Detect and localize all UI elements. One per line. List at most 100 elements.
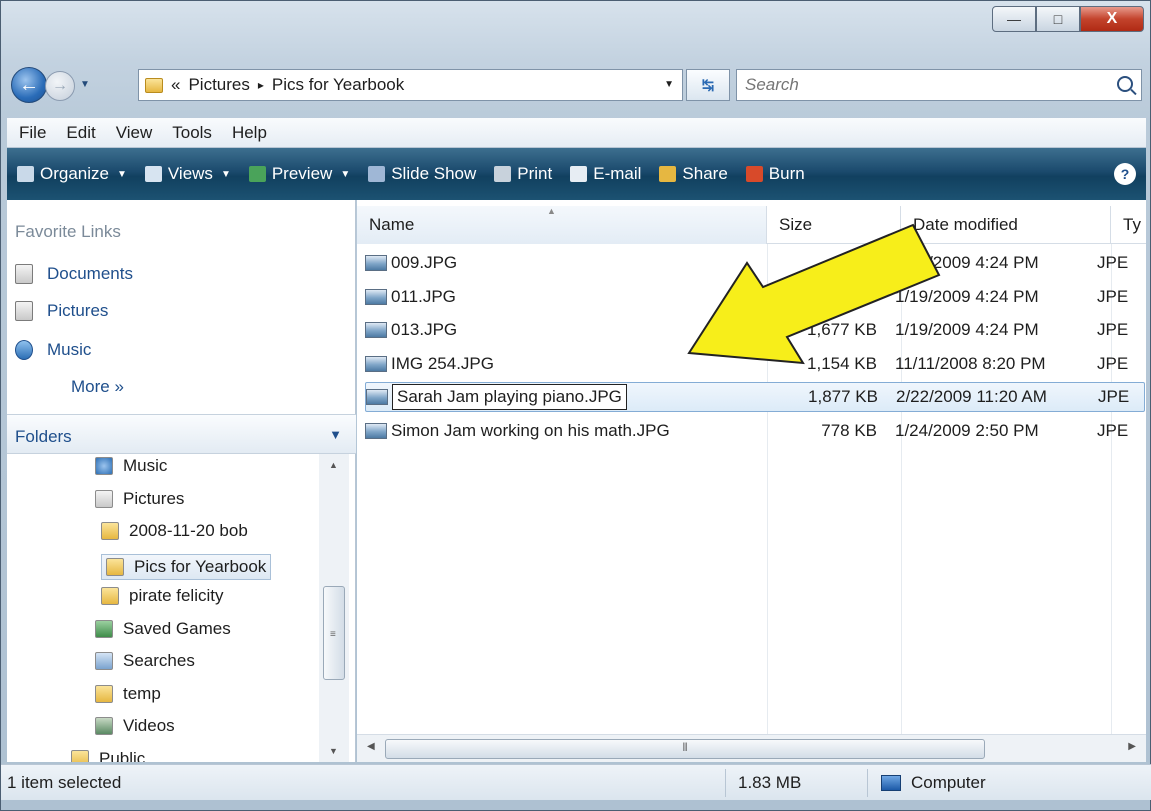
favorite-documents[interactable]: Documents <box>15 264 133 284</box>
search-icon[interactable] <box>1117 76 1133 92</box>
close-button[interactable]: X <box>1080 6 1144 32</box>
dropdown-arrow-icon[interactable]: ▼ <box>221 169 231 180</box>
folder-tree-scrollbar[interactable]: ▲ ≡ ▼ <box>319 454 349 762</box>
file-list-scrollbar[interactable]: ◀ ⦀ ▶ <box>357 734 1146 762</box>
dropdown-arrow-icon[interactable]: ▼ <box>117 169 127 180</box>
table-row[interactable]: 011.JPG 1/19/2009 4:24 PM JPE <box>365 282 1145 312</box>
breadcrumb-pictures[interactable]: Pictures <box>188 75 249 95</box>
file-name-cell[interactable]: 013.JPG <box>365 320 767 340</box>
folder-folder-icon <box>101 522 119 540</box>
navigation-pane: Favorite Links Documents Pictures Music … <box>7 200 356 762</box>
command-toolbar: Organize ▼ Views ▼ Preview ▼ Slide Show Print E-… <box>7 148 1146 200</box>
status-selection: 1 item selected <box>7 773 122 792</box>
tree-item-temp[interactable]: temp <box>95 684 161 704</box>
scroll-left-icon[interactable]: ◀ <box>367 741 375 752</box>
navigation-bar: ← → ▼ « Pictures ▸ Pics for Yearbook ▼ ↹ <box>1 63 1151 115</box>
refresh-icon[interactable]: ↹ <box>686 69 730 101</box>
scroll-up-icon[interactable]: ▲ <box>329 460 338 470</box>
breadcrumb-pics-for-yearbook[interactable]: Pics for Yearbook <box>272 75 404 95</box>
minimize-button[interactable]: — <box>992 6 1036 32</box>
file-type: JPE <box>1098 387 1130 406</box>
organize-button[interactable]: Organize ▼ <box>17 164 127 184</box>
dropdown-arrow-icon[interactable]: ▼ <box>340 169 350 180</box>
folder-folder-icon <box>71 749 89 762</box>
folder-icon <box>145 77 163 93</box>
search-box[interactable] <box>736 69 1142 101</box>
favorite-pictures[interactable]: Pictures <box>15 301 108 321</box>
file-name-cell[interactable]: IMG 254.JPG <box>365 354 767 374</box>
burn-button[interactable]: Burn <box>745 164 805 184</box>
address-bar[interactable]: « Pictures ▸ Pics for Yearbook ▼ <box>138 69 683 101</box>
favorite-pictures-label: Pictures <box>47 301 109 320</box>
file-name-cell[interactable]: Sarah Jam playing piano.JPG <box>366 384 768 410</box>
address-prefix[interactable]: « <box>171 75 180 95</box>
tree-item-pics-for-yearbook[interactable]: Pics for Yearbook <box>101 553 272 580</box>
share-label: Share <box>682 164 728 183</box>
videos-folder-icon <box>95 717 113 735</box>
breadcrumb-separator-icon[interactable]: ▸ <box>258 78 264 92</box>
tree-item-saved-games[interactable]: Saved Games <box>95 619 231 639</box>
file-name: IMG 254.JPG <box>391 353 494 373</box>
menu-edit[interactable]: Edit <box>66 123 95 143</box>
file-name-cell[interactable]: 009.JPG <box>365 253 767 273</box>
table-row[interactable]: IMG 254.JPG 1,154 KB 11/11/2008 8:20 PM JPE <box>365 349 1145 379</box>
tree-item-music[interactable]: Music <box>95 456 167 476</box>
address-dropdown-icon[interactable]: ▼ <box>664 79 674 90</box>
favorite-music[interactable]: Music <box>15 340 91 360</box>
column-type[interactable]: Ty <box>1111 206 1146 244</box>
menu-view[interactable]: View <box>116 123 153 143</box>
back-arrow-icon[interactable]: ← <box>11 67 47 103</box>
column-size[interactable]: Size <box>767 206 901 244</box>
scroll-right-icon[interactable]: ▶ <box>1128 741 1136 752</box>
search-input[interactable] <box>745 75 1085 95</box>
e-mail-label: E-mail <box>593 164 642 183</box>
column-date-modified[interactable]: Date modified <box>901 206 1111 244</box>
scroll-down-icon[interactable]: ▼ <box>329 746 338 756</box>
scroll-thumb[interactable]: ≡ <box>323 586 345 680</box>
chevron-down-icon[interactable]: ▼ <box>329 427 342 442</box>
music-folder-icon <box>95 457 113 475</box>
help-icon[interactable]: ? <box>1114 163 1136 185</box>
tree-item-pictures[interactable]: Pictures <box>95 489 184 509</box>
file-name-cell[interactable]: Simon Jam working on his math.JPG <box>365 421 767 441</box>
slide-show-button[interactable]: Slide Show <box>368 164 476 184</box>
column-name[interactable]: Name ▲ <box>357 206 767 244</box>
e-mail-icon <box>570 166 588 182</box>
tree-item-label: Videos <box>123 716 175 735</box>
tree-item-label: Saved Games <box>123 618 231 638</box>
recent-pages-dropdown-icon[interactable]: ▼ <box>80 79 90 90</box>
status-separator <box>867 769 868 797</box>
column-size-label: Size <box>779 215 813 234</box>
maximize-button[interactable]: □ <box>1036 6 1080 32</box>
tree-item-2008-11-20-bob[interactable]: 2008-11-20 bob <box>101 521 248 541</box>
table-row[interactable]: 009.JPG 1/19/2009 4:24 PM JPE <box>365 248 1145 278</box>
e-mail-button[interactable]: E-mail <box>570 164 641 184</box>
tree-item-public[interactable]: Public <box>71 748 146 763</box>
favorite-links-header: Favorite Links <box>15 222 121 241</box>
menu-tools[interactable]: Tools <box>172 123 212 143</box>
horizontal-scroll-thumb[interactable]: ⦀ <box>385 739 985 759</box>
menu-file[interactable]: File <box>19 123 46 143</box>
slide-show-icon <box>368 166 386 182</box>
table-row[interactable]: 013.JPG 1,677 KB 1/19/2009 4:24 PM JPE <box>365 315 1145 345</box>
forward-arrow-icon[interactable]: → <box>45 71 75 101</box>
tree-item-pirate-felicity[interactable]: pirate felicity <box>101 586 223 606</box>
rename-input[interactable]: Sarah Jam playing piano.JPG <box>392 384 627 410</box>
tree-item-label: Public <box>99 748 146 763</box>
print-button[interactable]: Print <box>494 164 552 184</box>
tree-item-videos[interactable]: Videos <box>95 716 175 736</box>
menu-help[interactable]: Help <box>232 123 267 143</box>
share-button[interactable]: Share <box>659 164 728 184</box>
organize-label: Organize <box>40 164 109 183</box>
preview-button[interactable]: Preview ▼ <box>248 164 350 184</box>
views-button[interactable]: Views ▼ <box>144 164 231 184</box>
table-row[interactable]: Simon Jam working on his math.JPG 778 KB 1… <box>365 416 1145 446</box>
status-location: Computer <box>881 773 986 793</box>
more-links[interactable]: More » <box>71 377 124 397</box>
folders-header[interactable]: Folders ▼ <box>7 414 356 454</box>
file-name-cell[interactable]: 011.JPG <box>365 287 767 307</box>
column-name-label: Name <box>369 215 415 234</box>
tree-item-searches[interactable]: Searches <box>95 651 195 671</box>
tree-item-label: temp <box>123 683 161 703</box>
table-row[interactable]: Sarah Jam playing piano.JPG 1,877 KB 2/22/… <box>365 382 1145 412</box>
